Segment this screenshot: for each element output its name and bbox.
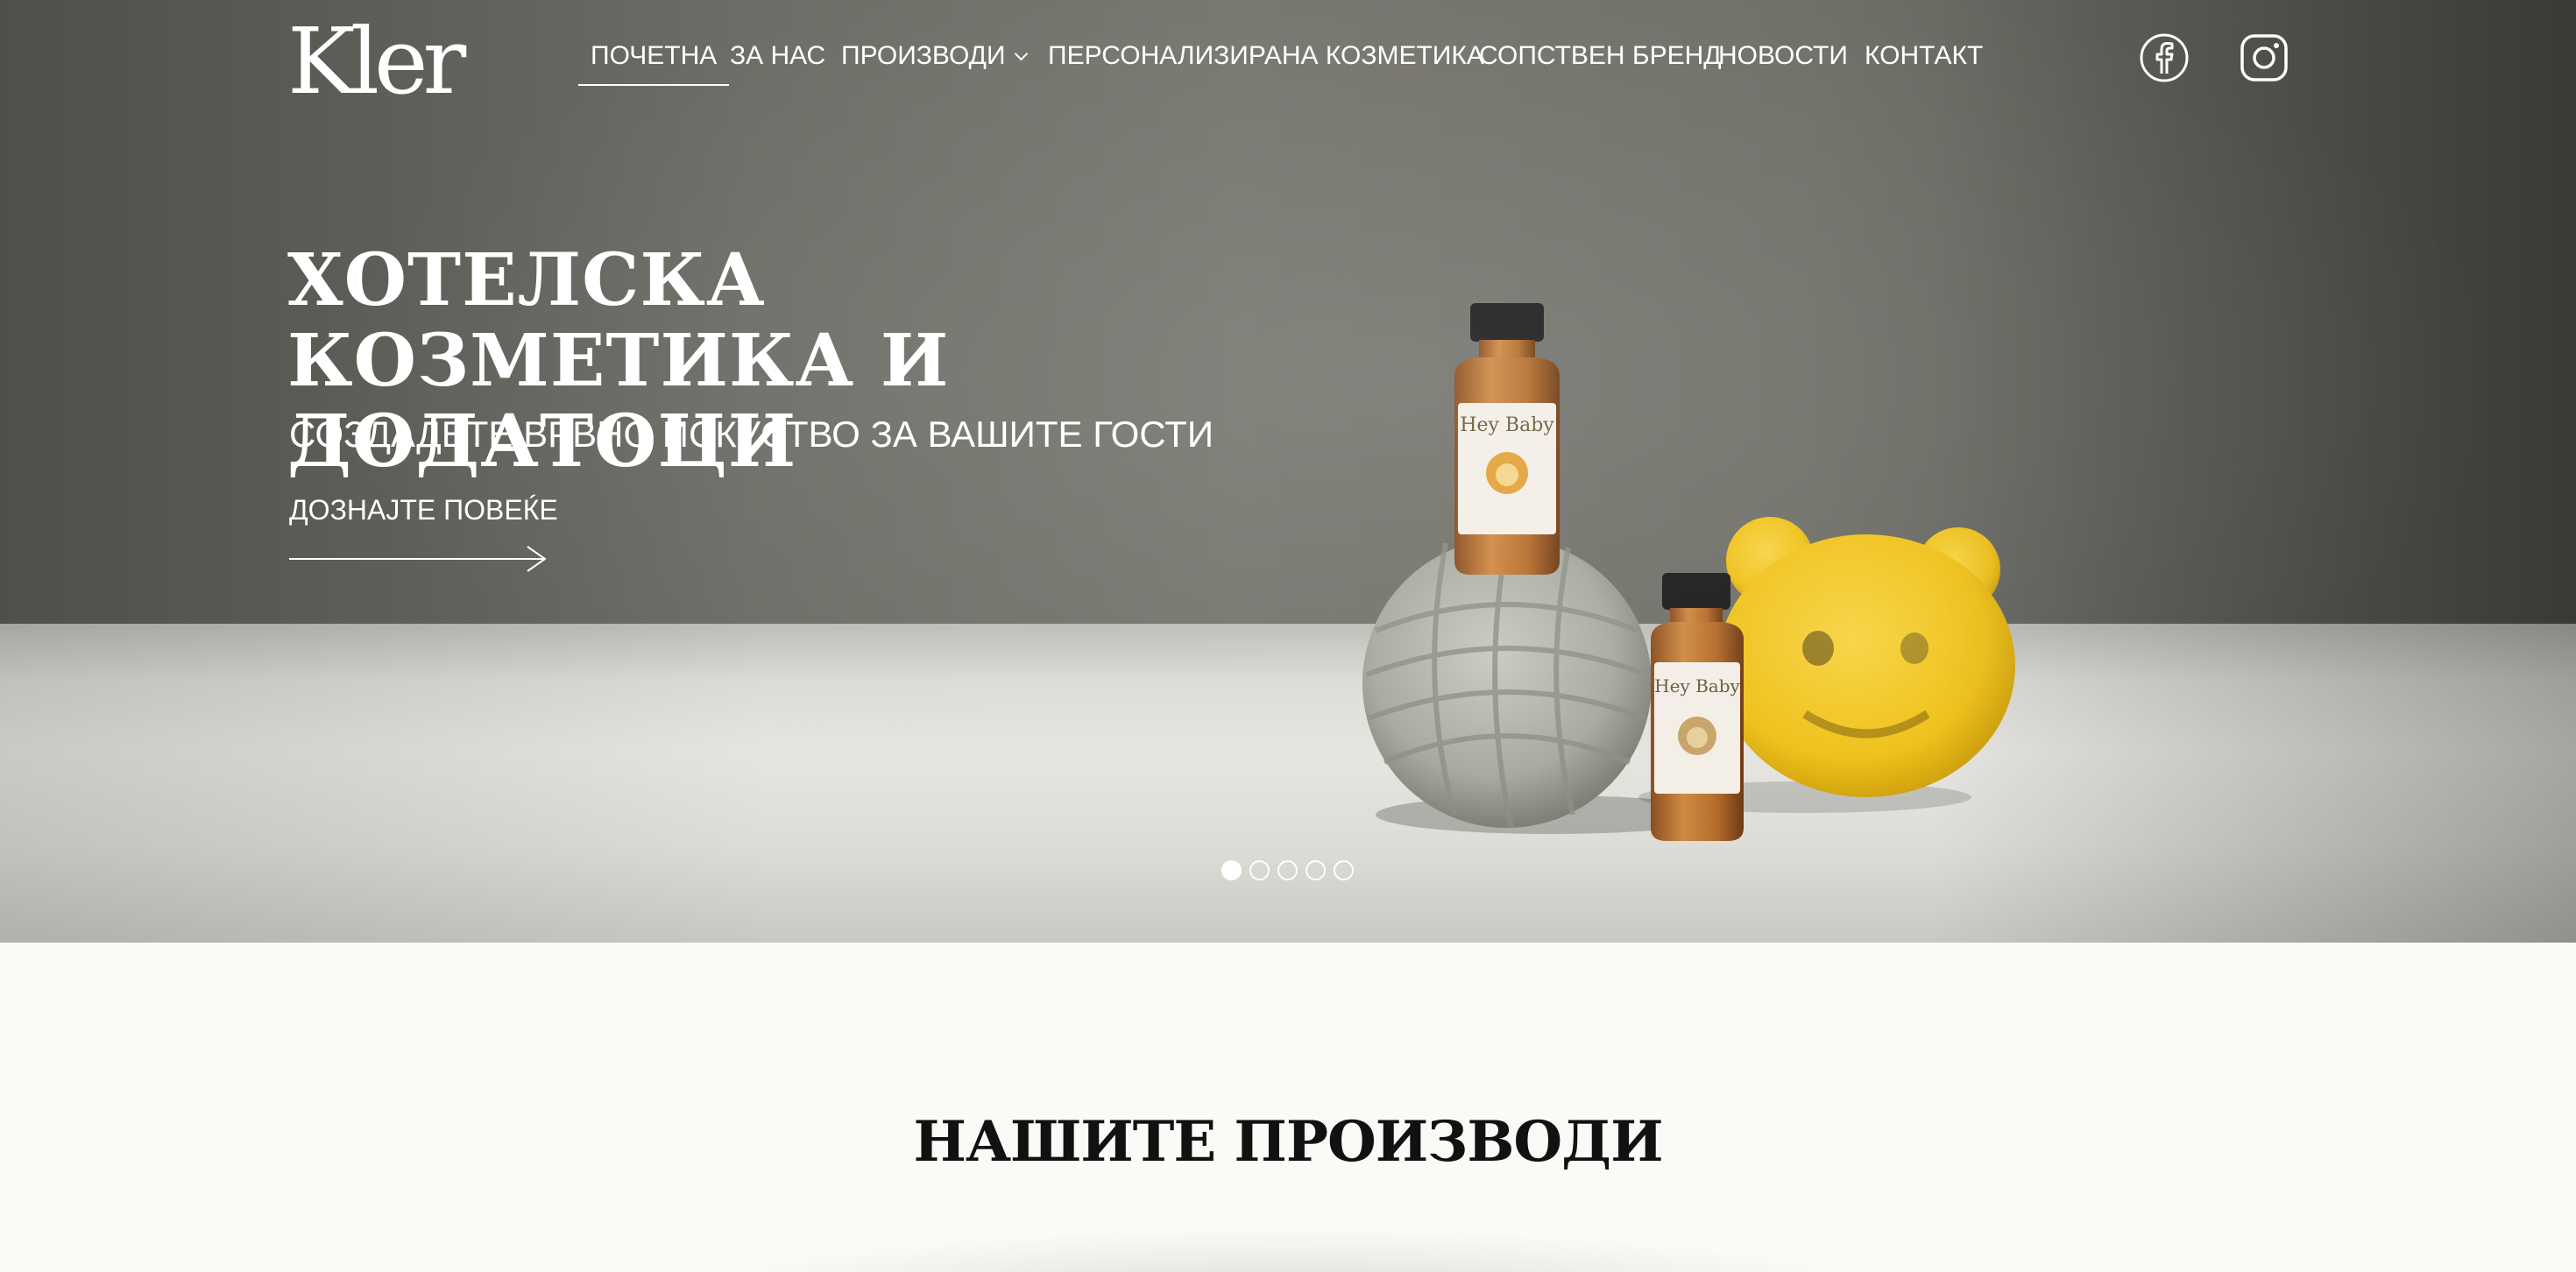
chevron-down-icon — [1014, 46, 1028, 61]
hero-product-image: Hey Baby Hey Baby — [1362, 303, 2015, 841]
bear-sponge — [1717, 517, 2015, 797]
nav-item-personalized[interactable]: ПЕРСОНАЛИЗИРАНА КОЗМЕТИКА — [1048, 40, 1484, 72]
hero-slider: Hey Baby Hey Baby Kler ПОЧЕТНА ЗА НАС ПР… — [0, 0, 2576, 943]
slider-pagination — [1221, 860, 1354, 883]
arrow-right-icon[interactable] — [289, 543, 548, 575]
nav-label-about: ЗА НАС — [730, 41, 826, 70]
nav-item-own-brand[interactable]: СОПСТВЕН БРЕНД — [1479, 40, 1722, 72]
bottle-brand-label-small: Hey Baby — [1654, 675, 1740, 696]
main-nav: ПОЧЕТНА ЗА НАС ПРОИЗВОДИ ПЕРСОНАЛИЗИРАНА… — [0, 0, 2576, 96]
instagram-icon[interactable] — [2240, 33, 2289, 82]
slider-dot-5[interactable] — [1334, 860, 1354, 880]
bottle-small: Hey Baby — [1651, 573, 1744, 841]
facebook-icon[interactable] — [2140, 33, 2189, 82]
slider-dot-2[interactable] — [1249, 860, 1270, 880]
learn-more-link[interactable]: ДОЗНАЈТЕ ПОВЕЌЕ — [289, 492, 558, 527]
nav-label-contact: КОНТАКТ — [1865, 41, 1984, 70]
hero-subtitle: СОЗДАДЕТЕ ВРВНО ИСКУСТВО ЗА ВАШИТЕ ГОСТИ — [289, 413, 1214, 455]
product-card-shadow — [648, 1226, 1928, 1272]
products-section-title: НАШИТЕ ПРОИЗВОДИ — [913, 1109, 1663, 1175]
rope-ball — [1362, 538, 1652, 829]
slider-dot-3[interactable] — [1277, 860, 1298, 880]
nav-label-news: НОВОСТИ — [1718, 41, 1848, 70]
nav-label-products: ПРОИЗВОДИ — [841, 41, 1006, 70]
nav-item-products[interactable]: ПРОИЗВОДИ — [841, 40, 1028, 72]
bottle-large: Hey Baby — [1454, 303, 1560, 575]
slider-dot-4[interactable] — [1306, 860, 1326, 880]
nav-item-home[interactable]: ПОЧЕТНА — [577, 40, 730, 86]
nav-item-news[interactable]: НОВОСТИ — [1718, 40, 1848, 72]
bottle-brand-label: Hey Baby — [1460, 414, 1554, 436]
nav-label-home: ПОЧЕТНА — [591, 41, 718, 70]
nav-label-personalized: ПЕРСОНАЛИЗИРАНА КОЗМЕТИКА — [1048, 41, 1484, 70]
nav-label-own-brand: СОПСТВЕН БРЕНД — [1479, 41, 1722, 70]
hero-floor — [0, 624, 2576, 943]
nav-item-about[interactable]: ЗА НАС — [730, 40, 825, 72]
nav-item-contact[interactable]: КОНТАКТ — [1865, 40, 1983, 72]
slider-dot-1[interactable] — [1221, 860, 1242, 880]
